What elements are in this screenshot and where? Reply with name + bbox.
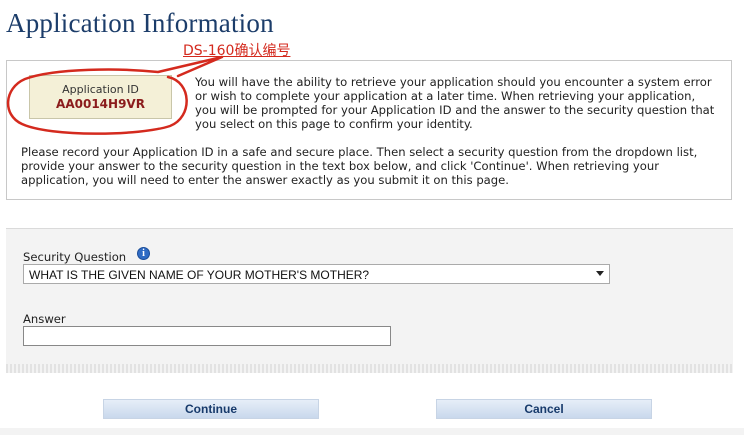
application-id-box: Application ID AA0014H9VR — [29, 75, 172, 119]
page-title: Application Information — [6, 8, 274, 38]
answer-label: Answer — [23, 312, 66, 326]
cancel-button[interactable]: Cancel — [436, 399, 652, 419]
annotation-label: DS-160确认编号 — [183, 43, 291, 59]
footer-strip — [0, 428, 744, 435]
application-id-value: AA0014H9VR — [56, 97, 145, 111]
continue-button[interactable]: Continue — [103, 399, 319, 419]
answer-input[interactable] — [23, 326, 391, 346]
application-id-label: Application ID — [62, 83, 139, 96]
panel-dotted-edge — [6, 364, 733, 373]
security-question-label: Security Question — [23, 250, 127, 264]
retrieve-info-text: You will have the ability to retrieve yo… — [195, 75, 715, 131]
info-icon[interactable]: i — [137, 247, 150, 260]
record-id-instructions: Please record your Application ID in a s… — [21, 145, 698, 187]
security-question-selected: WHAT IS THE GIVEN NAME OF YOUR MOTHER'S … — [29, 268, 370, 282]
chevron-down-icon — [596, 271, 604, 276]
security-question-select[interactable]: WHAT IS THE GIVEN NAME OF YOUR MOTHER'S … — [23, 264, 610, 284]
